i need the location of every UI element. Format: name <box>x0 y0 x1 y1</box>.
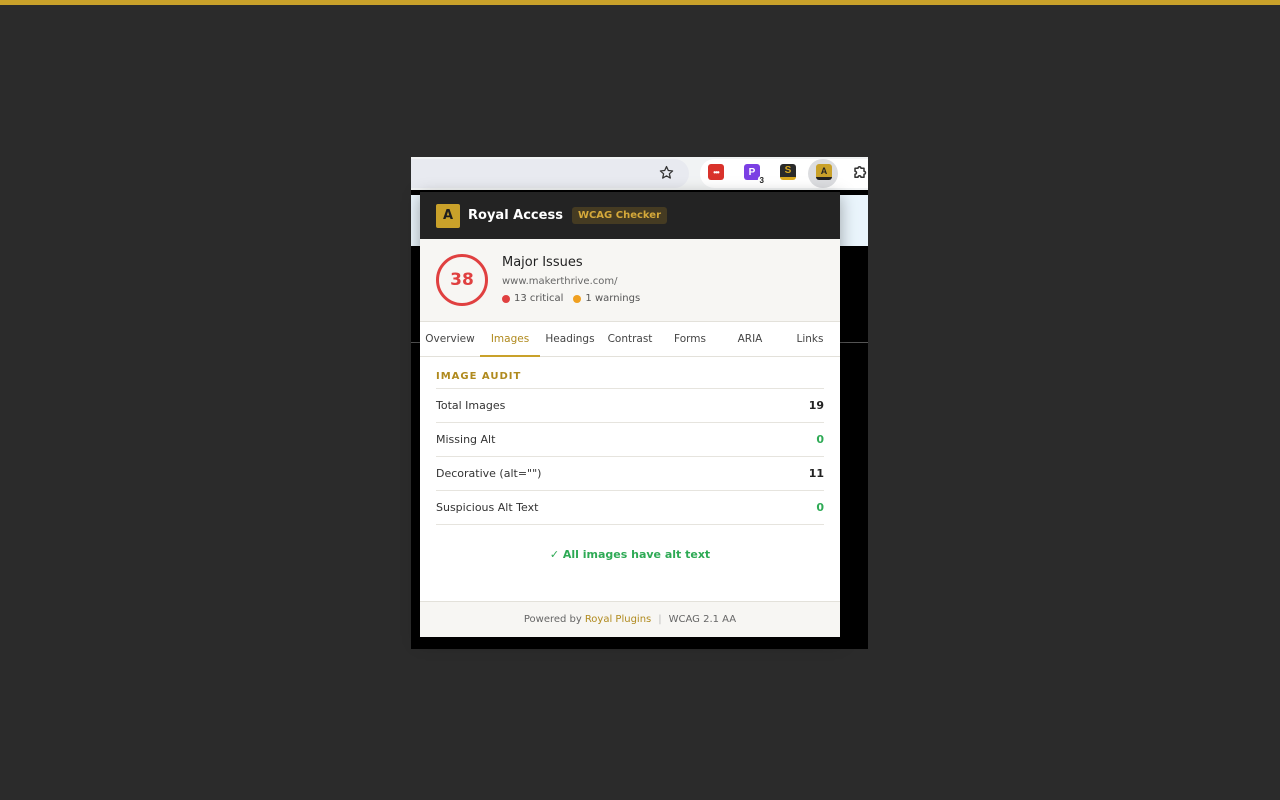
warning-dot-icon <box>573 294 582 303</box>
audit-label: Missing Alt <box>436 433 496 446</box>
purple-extension-icon[interactable]: P 3 <box>744 164 766 185</box>
tab-images[interactable]: Images <box>480 322 540 357</box>
score-circle: 38 <box>436 254 488 306</box>
tab-headings[interactable]: Headings <box>540 322 600 356</box>
popup-header: A Royal Access WCAG Checker <box>420 192 840 239</box>
section-title: IMAGE AUDIT <box>436 371 824 389</box>
audit-row-suspicious-alt: Suspicious Alt Text 0 <box>436 491 824 525</box>
audit-value: 19 <box>808 399 824 412</box>
audit-label: Total Images <box>436 399 506 412</box>
powered-by-text: Powered by <box>523 614 582 625</box>
browser-toolbar: ••• P 3 S A <box>411 157 868 190</box>
audit-label: Decorative (alt="") <box>436 467 542 480</box>
critical-count: 13 critical <box>514 293 564 304</box>
scanned-url: www.makerthrive.com/ <box>502 276 618 287</box>
tab-contrast[interactable]: Contrast <box>600 322 660 356</box>
success-message: ✓ All images have alt text <box>549 548 711 561</box>
extension-badge: 3 <box>757 176 766 185</box>
popup-footer: Powered by Royal Plugins | WCAG 2.1 AA <box>420 601 840 637</box>
royal-plugins-link[interactable]: Royal Plugins <box>585 614 651 625</box>
wcag-standard: WCAG 2.1 AA <box>668 614 737 625</box>
critical-dot-icon <box>502 294 510 303</box>
brand-name: Royal Access <box>468 208 563 223</box>
audit-row-decorative: Decorative (alt="") 11 <box>436 457 824 491</box>
royal-access-logo: A <box>436 203 460 228</box>
purple-extension-letter: P <box>748 166 756 178</box>
tab-links[interactable]: Links <box>780 322 840 356</box>
royal-access-extension-icon[interactable]: A <box>816 164 832 180</box>
audit-value: 0 <box>816 501 824 514</box>
address-bar[interactable] <box>411 159 689 188</box>
audit-label: Suspicious Alt Text <box>436 501 539 514</box>
issue-counts: 13 critical 1 warnings <box>502 293 640 304</box>
top-accent-stripe <box>0 0 1280 5</box>
s-extension-icon[interactable]: S <box>780 164 796 180</box>
audit-row-missing-alt: Missing Alt 0 <box>436 423 824 457</box>
audit-value: 11 <box>808 467 824 480</box>
tab-forms[interactable]: Forms <box>660 322 720 356</box>
footer-separator: | <box>658 614 662 625</box>
password-manager-extension-icon[interactable]: ••• <box>708 164 724 180</box>
tab-aria[interactable]: ARIA <box>720 322 780 356</box>
tab-bar: Overview Images Headings Contrast Forms … <box>420 322 840 357</box>
bookmark-star-icon[interactable] <box>656 162 676 182</box>
wcag-checker-badge: WCAG Checker <box>571 207 667 224</box>
image-audit-panel: IMAGE AUDIT Total Images 19 Missing Alt … <box>420 357 840 586</box>
audit-row-total-images: Total Images 19 <box>436 389 824 423</box>
warning-count: 1 warnings <box>585 293 641 304</box>
extension-popup: A Royal Access WCAG Checker 38 Major Iss… <box>420 192 840 637</box>
extensions-puzzle-icon[interactable] <box>852 163 868 181</box>
score-status: Major Issues <box>502 255 583 270</box>
audit-value: 0 <box>816 433 824 446</box>
tab-overview[interactable]: Overview <box>420 322 480 356</box>
score-summary: 38 Major Issues www.makerthrive.com/ 13 … <box>420 239 840 322</box>
